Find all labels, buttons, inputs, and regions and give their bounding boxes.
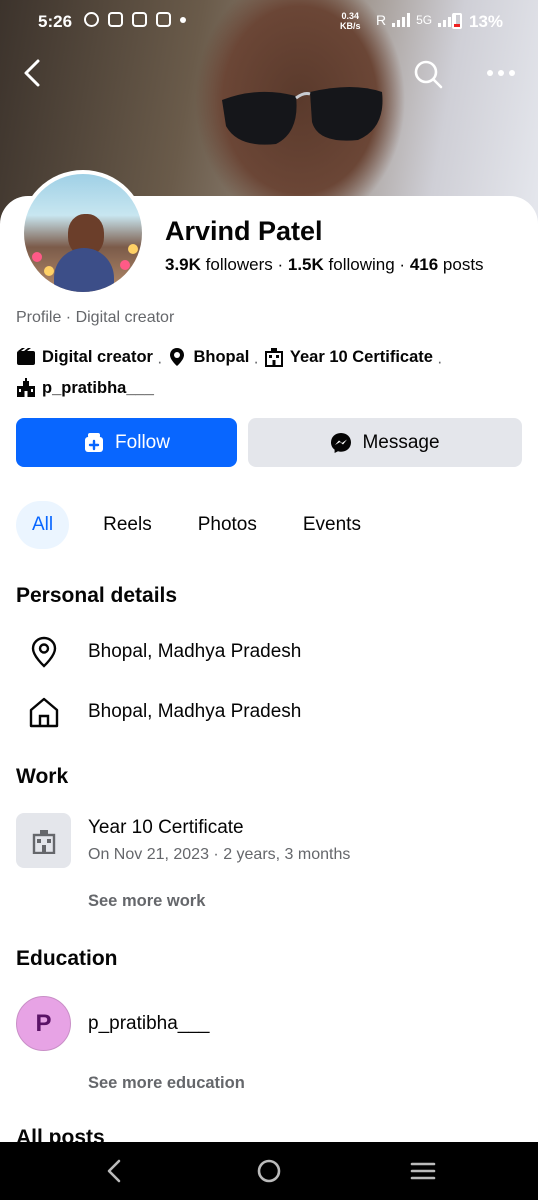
system-navigation-bar xyxy=(0,1142,538,1200)
message-label: Message xyxy=(362,431,440,453)
message-button[interactable]: Message xyxy=(248,418,522,467)
work-position: Year 10 Certificate xyxy=(88,817,244,838)
profile-name: Arvind Patel xyxy=(165,216,323,246)
following-count[interactable]: 1.5K xyxy=(288,255,324,274)
profile-page: 5:26 0.34 KB/s R 5G 13% Arvind Patel 3.9… xyxy=(0,0,538,1200)
hometown-text: Bhopal, Madhya Pradesh xyxy=(88,701,302,722)
location-item: Bhopal xyxy=(167,344,249,370)
profile-avatar[interactable] xyxy=(20,170,146,296)
location-text: Bhopal xyxy=(193,348,250,366)
follow-label: Follow xyxy=(115,431,170,453)
search-icon[interactable] xyxy=(412,58,444,90)
system-home-icon[interactable] xyxy=(254,1156,284,1186)
work-text: Year 10 Certificate xyxy=(289,348,433,366)
status-time: 5:26 xyxy=(38,12,73,31)
work-item: Year 10 Certificate xyxy=(264,344,433,370)
current-city-text: Bhopal, Madhya Pradesh xyxy=(88,641,302,662)
education-text: p_pratibha___ xyxy=(42,379,154,397)
signal-strength-icon xyxy=(392,13,411,27)
building-icon xyxy=(264,348,283,367)
see-more-work-link[interactable]: See more work xyxy=(88,892,205,911)
education-avatar[interactable]: P xyxy=(16,996,71,1051)
follow-friend-icon xyxy=(85,432,104,452)
battery-icon xyxy=(452,13,462,29)
see-more-education-link[interactable]: See more education xyxy=(88,1074,245,1093)
battery-percentage: 13% xyxy=(469,12,504,31)
tab-events[interactable]: Events xyxy=(291,501,373,549)
back-arrow-icon[interactable] xyxy=(18,58,48,88)
follow-button[interactable]: Follow xyxy=(16,418,237,467)
workplace-logo xyxy=(16,813,71,868)
category-item: Digital creator xyxy=(16,344,153,370)
more-notifications-dot-icon xyxy=(180,16,186,23)
intro-tagline: Digital creator · Bhopal · Year 10 Certi… xyxy=(16,344,526,406)
network-speed-unit: KB/s xyxy=(340,21,361,31)
network-type: 5G xyxy=(416,13,433,27)
followers-label[interactable]: followers xyxy=(206,255,273,274)
signal-indicators: R 5G xyxy=(376,12,457,28)
messenger-icon xyxy=(331,432,352,453)
hometown-row: Bhopal, Madhya Pradesh xyxy=(16,692,301,732)
school-icon xyxy=(17,378,35,397)
instagram-icon xyxy=(132,12,147,27)
personal-details-heading: Personal details xyxy=(16,584,178,607)
profile-notification-icon xyxy=(108,12,123,27)
notification-icons xyxy=(84,12,186,27)
profile-picture xyxy=(24,174,142,292)
system-recents-icon[interactable] xyxy=(408,1156,438,1186)
building-icon xyxy=(32,829,55,854)
profile-subtitle: Profile · Digital creator xyxy=(16,309,175,326)
posts-label: posts xyxy=(442,255,484,274)
status-bar: 5:26 0.34 KB/s R 5G 13% xyxy=(0,0,538,44)
tab-reels[interactable]: Reels xyxy=(91,501,164,549)
profile-stats: 3.9K followers · 1.5K following · 416 po… xyxy=(165,255,484,274)
education-name[interactable]: p_pratibha___ xyxy=(88,1013,210,1035)
posts-count: 416 xyxy=(409,255,439,274)
sunglasses-graphic xyxy=(222,87,383,145)
education-item: p_pratibha___ xyxy=(16,375,154,401)
instagram-icon-2 xyxy=(156,12,171,27)
whatsapp-icon xyxy=(84,12,99,27)
work-row[interactable] xyxy=(16,813,71,868)
more-options-icon[interactable] xyxy=(484,62,518,84)
location-pin-icon xyxy=(170,348,185,366)
following-label[interactable]: following xyxy=(329,255,395,274)
tab-all[interactable]: All xyxy=(16,501,70,549)
category-text: Digital creator xyxy=(42,348,153,366)
current-city-row: Bhopal, Madhya Pradesh xyxy=(16,632,301,672)
tab-photos[interactable]: Photos xyxy=(186,501,269,549)
system-back-icon[interactable] xyxy=(100,1156,130,1186)
work-date: On Nov 21, 2023 · 2 years, 3 months xyxy=(88,846,351,863)
profile-tabs: All Reels Photos Events xyxy=(16,501,373,549)
work-heading: Work xyxy=(16,765,69,788)
location-pin-icon xyxy=(31,636,57,668)
education-heading: Education xyxy=(16,947,118,970)
clapperboard-icon xyxy=(17,348,35,365)
network-speed-value: 0.34 xyxy=(341,11,360,21)
network-speed: 0.34 KB/s xyxy=(340,11,361,31)
roaming-indicator: R xyxy=(376,12,387,28)
home-icon xyxy=(29,697,59,728)
followers-count[interactable]: 3.9K xyxy=(165,255,201,274)
